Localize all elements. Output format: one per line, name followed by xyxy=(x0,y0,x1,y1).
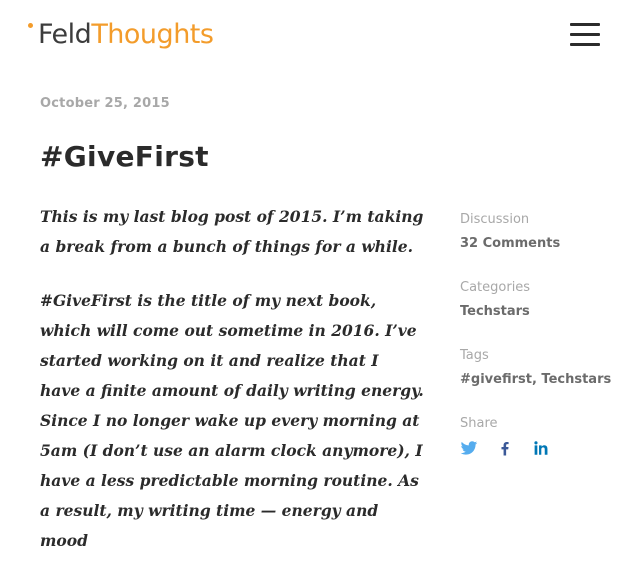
menu-bar xyxy=(570,43,600,46)
menu-bar xyxy=(570,23,600,26)
facebook-icon[interactable] xyxy=(496,439,514,457)
discussion-label: Discussion xyxy=(460,212,530,227)
share-label: Share xyxy=(460,416,498,431)
tags-separator: , xyxy=(531,372,542,387)
post-paragraph: This is my last blog post of 2015. I’m t… xyxy=(40,207,424,256)
tags-section: Tags #givefirst, Techstars xyxy=(460,347,630,389)
hamburger-menu-icon[interactable] xyxy=(570,23,600,47)
post-content: This is my last blog post of 2015. I’m t… xyxy=(40,202,424,580)
logo-dot xyxy=(28,23,33,28)
logo-text-thoughts: Thoughts xyxy=(91,19,214,50)
post-sidebar: Discussion 32 Comments Categories Techst… xyxy=(460,211,630,483)
discussion-section: Discussion 32 Comments xyxy=(460,211,630,253)
post-paragraph: #GiveFirst is the title of my next book,… xyxy=(40,291,424,550)
menu-bar xyxy=(570,33,600,36)
site-logo[interactable]: Feld Thoughts xyxy=(28,18,214,52)
category-link[interactable]: Techstars xyxy=(460,304,530,319)
logo-text-feld: Feld xyxy=(38,19,92,50)
tag-link-techstars[interactable]: Techstars xyxy=(541,372,611,387)
post-date: October 25, 2015 xyxy=(40,96,170,111)
post-title: #GiveFirst xyxy=(40,140,209,173)
categories-section: Categories Techstars xyxy=(460,279,630,321)
twitter-icon[interactable] xyxy=(460,439,478,457)
linkedin-icon[interactable] xyxy=(532,439,550,457)
tags-label: Tags xyxy=(460,348,489,363)
tag-link-givefirst[interactable]: #givefirst xyxy=(460,372,532,387)
comments-link[interactable]: 32 Comments xyxy=(460,236,560,251)
categories-label: Categories xyxy=(460,280,531,295)
share-section: Share xyxy=(460,415,630,457)
